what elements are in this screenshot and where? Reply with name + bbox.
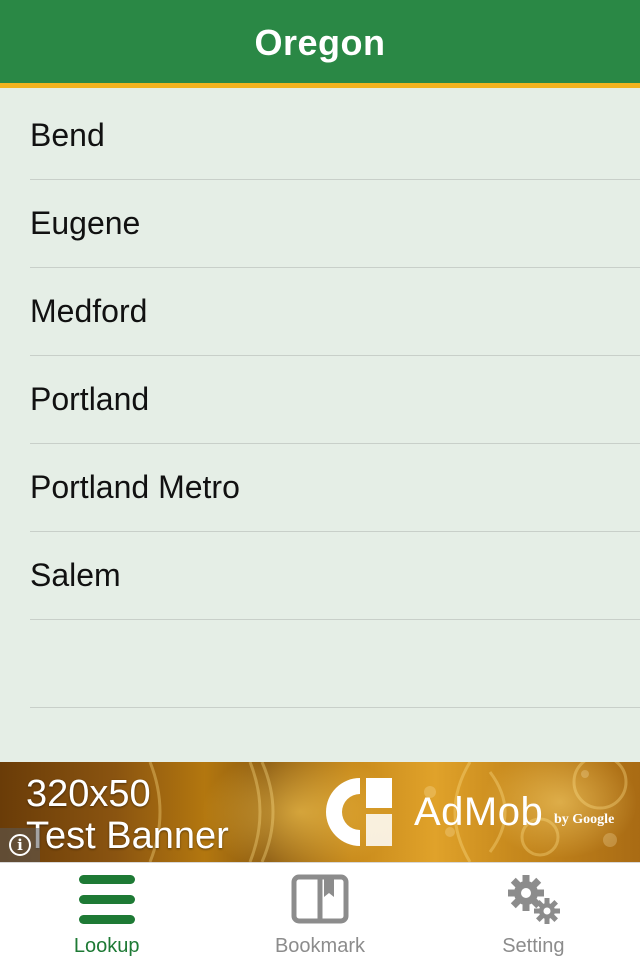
gears-icon [508, 875, 561, 924]
list-item-label: Portland Metro [30, 469, 240, 505]
ad-banner[interactable]: 320x50 Test Banner AdMob by Google i [0, 762, 640, 862]
ad-size-text: 320x50 [26, 773, 151, 815]
list-icon [78, 875, 135, 924]
page-title: Oregon [254, 21, 386, 63]
empty-list-item [30, 620, 640, 708]
admob-by-text: by Google [554, 812, 615, 827]
info-icon: i [9, 834, 31, 856]
city-list: Bend Eugene Medford Portland Portland Me… [0, 92, 640, 762]
ad-test-text: Test Banner [26, 815, 229, 857]
list-item[interactable]: Portland Metro [30, 444, 640, 532]
list-item-label: Salem [30, 557, 121, 593]
tab-bookmark-label: Bookmark [274, 935, 365, 957]
admob-brand-text: AdMob [414, 790, 544, 834]
admob-logo-icon [326, 778, 392, 846]
list-item-label: Eugene [30, 205, 141, 241]
navigation-bar: Oregon [0, 0, 640, 88]
tab-setting[interactable]: Setting [427, 863, 640, 960]
tab-lookup[interactable]: Lookup [0, 863, 213, 960]
list-item-label: Bend [30, 117, 105, 153]
list-item[interactable]: Bend [30, 92, 640, 180]
list-item[interactable]: Salem [30, 532, 640, 620]
list-item-label: Portland [30, 381, 150, 417]
list-item[interactable]: Medford [30, 268, 640, 356]
list-item[interactable]: Portland [30, 356, 640, 444]
tab-setting-label: Setting [502, 935, 565, 957]
list-item[interactable]: Eugene [30, 180, 640, 268]
tab-bar: Lookup Bookmark Setting [0, 862, 640, 960]
list-item-label: Medford [30, 293, 148, 329]
ad-info-button[interactable]: i [0, 828, 40, 862]
tab-bookmark[interactable]: Bookmark [213, 863, 426, 960]
tab-lookup-label: Lookup [73, 935, 140, 957]
book-icon [291, 874, 349, 924]
